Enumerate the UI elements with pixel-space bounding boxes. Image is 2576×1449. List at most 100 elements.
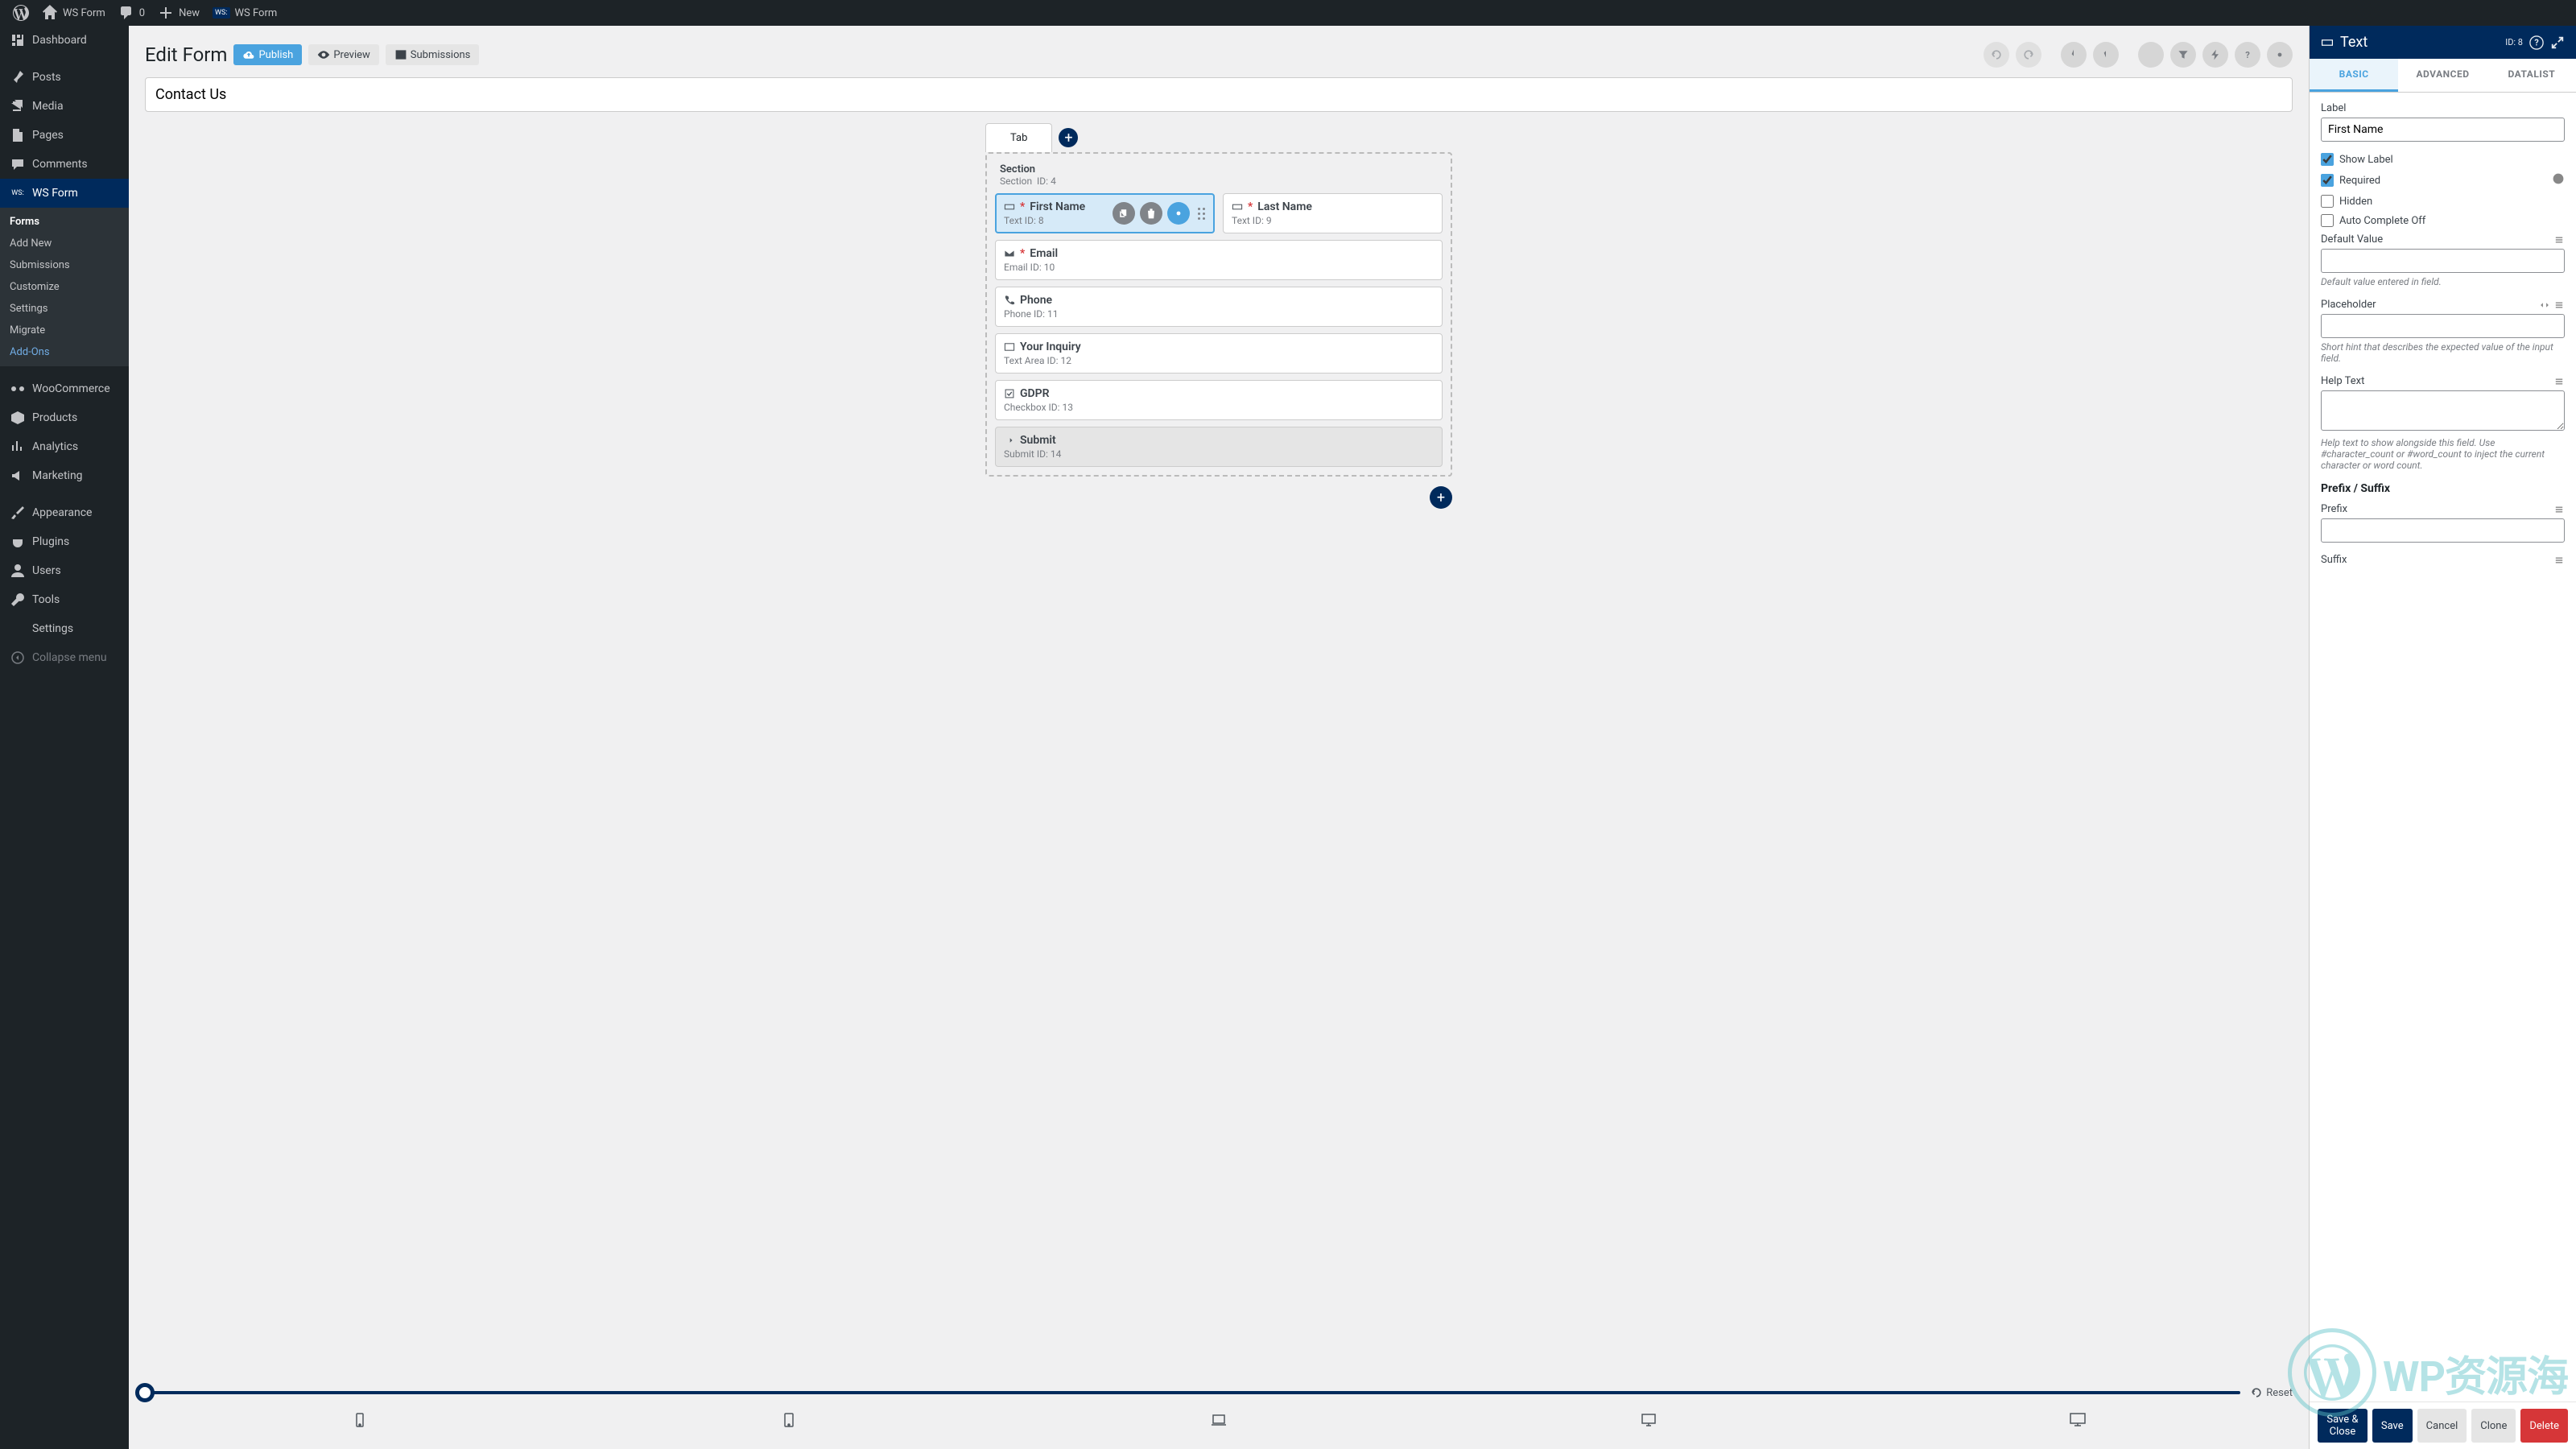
field-last-name[interactable]: *Last Name Text ID: 9 bbox=[1223, 193, 1443, 233]
upload-button[interactable] bbox=[2093, 42, 2119, 68]
show-label-checkbox[interactable]: Show Label bbox=[2321, 153, 2565, 166]
plus-icon bbox=[158, 5, 174, 21]
panel-body: Label Show Label Required Hidden Auto Co… bbox=[2310, 93, 2576, 1402]
save-close-button[interactable]: Save & Close bbox=[2318, 1409, 2368, 1443]
clone-button[interactable]: Clone bbox=[2471, 1409, 2516, 1443]
download-button[interactable] bbox=[2061, 42, 2087, 68]
menu-pages[interactable]: Pages bbox=[0, 121, 129, 150]
submenu-migrate[interactable]: Migrate bbox=[0, 320, 129, 341]
submenu-addons[interactable]: Add-Ons bbox=[0, 341, 129, 363]
delete-button[interactable]: Delete bbox=[2520, 1409, 2568, 1443]
delete-field-button[interactable] bbox=[1140, 202, 1162, 225]
menu-marketing[interactable]: Marketing bbox=[0, 461, 129, 490]
wsform-icon: WS: bbox=[10, 185, 26, 201]
help-button[interactable]: ? bbox=[2235, 42, 2260, 68]
hidden-checkbox[interactable]: Hidden bbox=[2321, 195, 2565, 208]
field-inquiry[interactable]: Your Inquiry Text Area ID: 12 bbox=[995, 333, 1443, 374]
add-section-button[interactable]: + bbox=[1430, 486, 1452, 509]
field-meta: Phone ID: 11 bbox=[1004, 308, 1434, 320]
tab-advanced[interactable]: ADVANCED bbox=[2398, 59, 2487, 92]
condition-icon[interactable] bbox=[2552, 172, 2565, 185]
menu-collapse[interactable]: Collapse menu bbox=[0, 643, 129, 672]
menu-wsform[interactable]: WS:WS Form bbox=[0, 179, 129, 208]
variable-icon[interactable] bbox=[2539, 234, 2550, 246]
conditional-button[interactable] bbox=[2170, 42, 2196, 68]
autocomplete-checkbox[interactable]: Auto Complete Off bbox=[2321, 214, 2565, 227]
page-icon bbox=[10, 127, 26, 143]
wp-logo[interactable] bbox=[6, 5, 35, 21]
menu-users[interactable]: Users bbox=[0, 556, 129, 585]
menu-posts[interactable]: Posts bbox=[0, 63, 129, 92]
required-checkbox[interactable]: Required bbox=[2321, 172, 2565, 188]
form-title-input[interactable] bbox=[145, 77, 2293, 112]
prefix-input[interactable] bbox=[2321, 518, 2565, 543]
submenu-submissions[interactable]: Submissions bbox=[0, 254, 129, 276]
page-title: Edit Form bbox=[145, 43, 227, 66]
edit-field-button[interactable] bbox=[1167, 202, 1190, 225]
tab-datalist[interactable]: DATALIST bbox=[2487, 59, 2576, 92]
expand-icon[interactable] bbox=[2550, 35, 2565, 50]
redo-button[interactable] bbox=[2016, 42, 2041, 68]
list-icon[interactable] bbox=[2553, 299, 2565, 311]
actions-button[interactable] bbox=[2202, 42, 2228, 68]
list-icon[interactable] bbox=[2553, 504, 2565, 515]
save-button[interactable]: Save bbox=[2372, 1409, 2413, 1443]
tools-button[interactable] bbox=[2138, 42, 2164, 68]
drag-handle-icon[interactable] bbox=[1198, 208, 1205, 220]
add-tab-button[interactable]: + bbox=[1059, 128, 1078, 147]
list-icon[interactable] bbox=[2553, 376, 2565, 387]
field-gdpr[interactable]: GDPR Checkbox ID: 13 bbox=[995, 380, 1443, 420]
menu-products[interactable]: Products bbox=[0, 403, 129, 432]
menu-label: Appearance bbox=[32, 506, 92, 519]
submenu-add-new[interactable]: Add New bbox=[0, 233, 129, 254]
menu-dashboard[interactable]: Dashboard bbox=[0, 26, 129, 55]
placeholder-input[interactable] bbox=[2321, 314, 2565, 338]
section[interactable]: Section Section ID: 4 *First Name Text I… bbox=[985, 152, 1452, 477]
help-text-input[interactable] bbox=[2321, 390, 2565, 431]
list-icon[interactable] bbox=[2553, 555, 2565, 566]
settings-button[interactable] bbox=[2267, 42, 2293, 68]
help-icon[interactable]: ? bbox=[2529, 35, 2544, 50]
menu-comments[interactable]: Comments bbox=[0, 150, 129, 179]
submenu-settings[interactable]: Settings bbox=[0, 298, 129, 320]
submissions-button[interactable]: Submissions bbox=[386, 44, 480, 65]
device-desktop-large-icon[interactable] bbox=[2070, 1412, 2086, 1428]
new-link[interactable]: New bbox=[151, 5, 206, 21]
field-submit[interactable]: Submit Submit ID: 14 bbox=[995, 427, 1443, 467]
menu-appearance[interactable]: Appearance bbox=[0, 498, 129, 527]
site-link[interactable]: WS Form bbox=[35, 5, 112, 21]
menu-tools[interactable]: Tools bbox=[0, 585, 129, 614]
device-desktop-icon[interactable] bbox=[1641, 1412, 1657, 1428]
publish-button[interactable]: Publish bbox=[233, 44, 302, 65]
user-icon bbox=[10, 563, 26, 579]
slider-thumb[interactable] bbox=[135, 1383, 155, 1402]
undo-button[interactable] bbox=[1984, 42, 2009, 68]
label-input[interactable] bbox=[2321, 118, 2565, 142]
clone-field-button[interactable] bbox=[1113, 202, 1135, 225]
menu-media[interactable]: Media bbox=[0, 92, 129, 121]
default-value-input[interactable] bbox=[2321, 249, 2565, 273]
tab-basic[interactable]: BASIC bbox=[2310, 59, 2398, 92]
form-tab[interactable]: Tab bbox=[985, 123, 1052, 152]
menu-plugins[interactable]: Plugins bbox=[0, 527, 129, 556]
width-slider[interactable] bbox=[145, 1391, 2240, 1394]
code-icon[interactable] bbox=[2539, 299, 2550, 311]
reset-button[interactable]: Reset bbox=[2250, 1386, 2293, 1399]
new-label: New bbox=[179, 7, 200, 19]
comments-link[interactable]: 0 bbox=[112, 5, 151, 21]
menu-analytics[interactable]: Analytics bbox=[0, 432, 129, 461]
field-phone[interactable]: Phone Phone ID: 11 bbox=[995, 287, 1443, 327]
screen-link[interactable]: WS:WS Form bbox=[206, 7, 283, 19]
submenu-forms[interactable]: Forms bbox=[0, 211, 129, 233]
menu-settings[interactable]: Settings bbox=[0, 614, 129, 643]
field-first-name[interactable]: *First Name Text ID: 8 bbox=[995, 193, 1215, 233]
menu-woocommerce[interactable]: WooCommerce bbox=[0, 374, 129, 403]
field-email[interactable]: *Email Email ID: 10 bbox=[995, 240, 1443, 280]
device-mobile-icon[interactable] bbox=[352, 1412, 368, 1428]
preview-button[interactable]: Preview bbox=[308, 44, 378, 65]
list-icon[interactable] bbox=[2553, 234, 2565, 246]
device-mobile-large-icon[interactable] bbox=[781, 1412, 797, 1428]
device-laptop-icon[interactable] bbox=[1211, 1412, 1227, 1428]
submenu-customize[interactable]: Customize bbox=[0, 276, 129, 298]
cancel-button[interactable]: Cancel bbox=[2417, 1409, 2467, 1443]
